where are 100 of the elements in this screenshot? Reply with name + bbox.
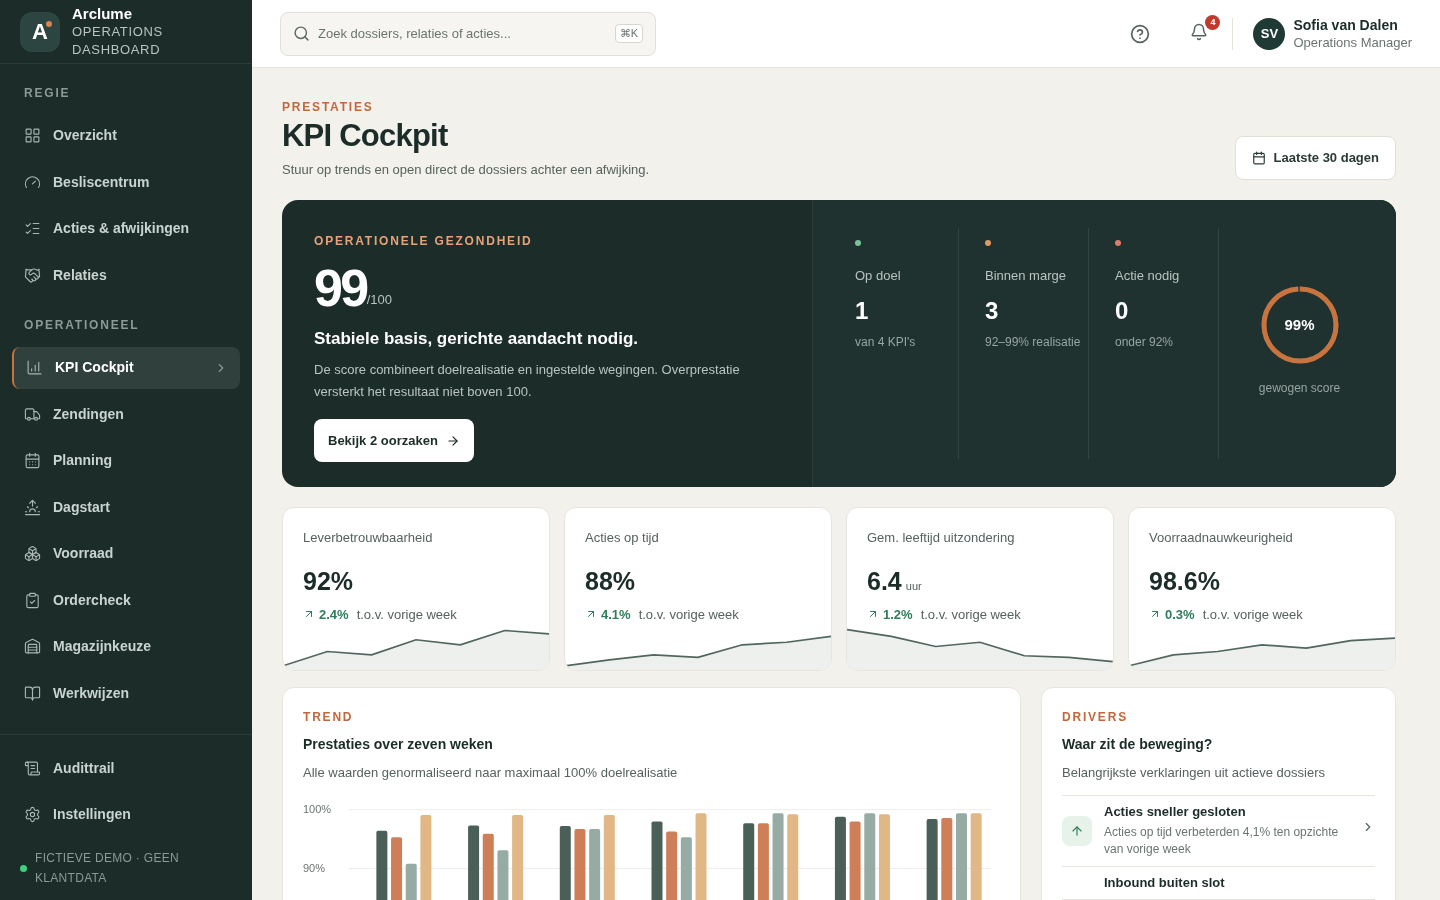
shortcut-key: ⌘K [614,24,643,43]
logo: A [20,11,60,52]
nav-item[interactable]: Dagstart [12,486,240,528]
stat-label: Binnen marge [985,266,1067,285]
bar [574,828,586,900]
sunrise-icon [24,498,41,516]
period-button[interactable]: Laatste 30 dagen [1234,135,1396,180]
nav-item[interactable]: Planning [12,439,240,482]
nav-item[interactable]: Zendingen [12,393,240,435]
bar [482,833,494,900]
nav-item[interactable]: Besliscentrum [12,161,240,203]
kpi-change: 1.2% [883,605,913,624]
page-eyebrow: PRESTATIES [282,99,375,116]
gauge-label: gewogen score [1258,379,1341,397]
driver-title: Acties sneller gesloten [1104,803,1247,820]
gauge-icon [24,173,41,191]
settings-icon [24,806,41,823]
health-score: 99 [314,261,367,314]
calendar-icon [24,452,41,469]
kpi-label: Acties op tijd [584,528,660,547]
checklist-icon [24,220,41,237]
grid-icon [24,127,41,144]
clipboard-icon [24,591,41,609]
nav-item[interactable]: Relaties [12,254,240,296]
nav-item[interactable]: Instellingen [12,793,240,836]
user-name: Sofia van Dalen [1293,16,1399,34]
kpi-change-note: t.o.v. vorige week [638,605,739,624]
nav-item[interactable]: Ordercheck [12,579,240,621]
nav-item[interactable]: Magazijnkeuze [12,625,240,668]
stat-label: Op doel [855,266,902,285]
kpi-unit: uur [905,579,922,594]
warehouse-icon [24,638,41,655]
bar [405,863,417,900]
health-headline: Stabiele basis, gerichte aandacht nodig. [314,327,640,350]
driver-item[interactable]: Acties sneller gesloten Acties op tijd verbeterden 4,1% ten opzichte van vorige week [1062,795,1375,867]
stat-note: van 4 KPI's [855,334,917,351]
chart-icon [26,359,43,376]
bar [497,849,509,900]
bar [666,830,678,900]
causes-button[interactable]: Bekijk 2 oorzaken [314,419,474,462]
gauge-value: 99% [1284,314,1315,335]
kpi-value: 92% [303,566,354,597]
bar [391,836,403,900]
page-title: KPI Cockpit [282,117,449,155]
nav-item[interactable]: Overzicht [12,114,240,157]
arrow-up-icon [1062,815,1092,846]
kpi-value: 98.6% [1149,566,1220,597]
kpi-change: 2.4% [319,605,349,624]
driver-title: Inbound buiten slot [1104,874,1226,891]
scroll-icon [24,759,41,777]
score-max: /100 [366,292,392,309]
kpi-change-note: t.o.v. vorige week [356,605,457,624]
stat-note: 92–99% realisatie [985,334,1082,351]
stat-note: onder 92% [1115,334,1175,351]
book-icon [24,684,41,702]
calendar-icon [1251,150,1266,165]
kpi-value: 6.4 [867,566,902,597]
brand-name: Arclume [72,4,134,23]
card-title: Prestaties over zeven weken [303,735,494,754]
search-field[interactable]: Zoek dossiers, relaties of acties... ⌘K [280,11,656,56]
stat-value: 0 [1115,296,1130,326]
nav-item[interactable]: Werkwijzen [12,672,240,714]
card-eyebrow: DRIVERS [1062,709,1129,726]
panel-eyebrow: OPERATIONELE GEZONDHEID [314,232,534,250]
stat-label: Actie nodig [1115,266,1181,285]
section-heading: REGIE [23,85,72,102]
bar [589,828,601,900]
health-description: De score combineert doelrealisatie en ingestelde wegingen. Overprestatie versterkt het resultaat niet boven 100. [314,361,741,401]
kpi-label: Gem. leeftijd uitzondering [866,528,1016,547]
boxes-icon [24,545,41,562]
kpi-change: 4.1% [601,605,631,624]
nav-item[interactable]: Acties & afwijkingen [12,207,240,250]
y-axis-label: 90% [303,861,326,874]
stat-value: 1 [855,296,870,326]
kpi-change-note: t.o.v. vorige week [1202,605,1303,624]
bar [376,830,388,900]
kpi-label: Leverbetrouwbaarheid [302,528,434,547]
search-icon [293,25,310,42]
arrow-icon [445,433,460,448]
brand-subtitle: OPERATIONS DASHBOARD [72,22,164,59]
card-subtitle: Alle waarden genormaliseerd naar maximaal 100% doelrealisatie [303,764,679,782]
demo-notice: FICTIEVE DEMO · GEEN KLANTDATA [35,850,180,887]
handshake-icon [24,266,41,284]
nav-item[interactable]: Audittrail [12,747,240,789]
notification-badge: 4 [1205,15,1221,30]
driver-text: Acties op tijd verbeterden 4,1% ten opzichte van vorige week [1104,823,1340,858]
card-eyebrow: TREND [303,709,355,726]
card-title: Waar zit de beweging? [1062,735,1214,754]
y-axis-label: 100% [303,802,332,815]
user-role: Operations Manager [1293,33,1412,51]
card-subtitle: Belangrijkste verklaringen uit actieve dossiers [1062,764,1326,782]
search-input[interactable]: Zoek dossiers, relaties of acties... [318,23,607,44]
section-heading: OPERATIONEEL [23,317,141,334]
nav-item[interactable]: KPI Cockpit [12,346,240,389]
kpi-value: 88% [585,566,636,597]
truck-icon [24,405,41,423]
nav-item[interactable]: Voorraad [12,532,240,575]
user-avatar[interactable]: SV [1253,17,1286,50]
page-subtitle: Stuur op trends en open direct de dossiers achter een afwijking. [282,161,650,179]
driver-item[interactable]: Inbound buiten slot [1062,866,1375,900]
